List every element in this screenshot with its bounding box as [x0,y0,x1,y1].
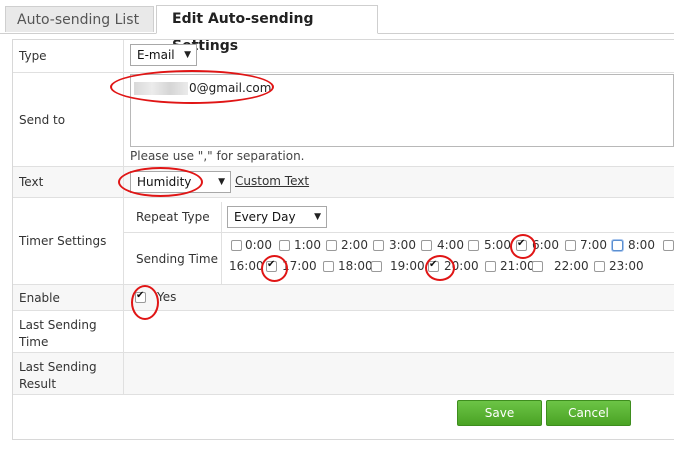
hour-checkbox[interactable] [266,259,277,272]
hour-label: 16:00 [229,259,264,273]
chevron-down-icon: ▼ [314,212,321,222]
hour-checkbox[interactable] [532,261,543,272]
hour-label: 0:00 [245,238,272,252]
enable-label: Enable [13,285,124,310]
enable-checkbox[interactable] [135,290,146,303]
separation-hint: Please use "," for separation. [130,149,305,163]
text-select-value: Humidity [137,175,192,189]
hour-checkbox[interactable] [516,238,527,251]
hour-checkbox[interactable] [485,261,496,272]
last-sending-result-row: Last Sending Result [13,353,674,395]
enable-yes-label: Yes [157,290,177,304]
type-select-value: E-mail [137,48,175,62]
text-row: Text [13,167,674,198]
type-row: Type [13,40,674,73]
hour-label: 22:00 [554,259,589,273]
save-button[interactable]: Save [457,400,542,426]
hour-label: 23:00 [609,259,644,273]
timer-settings-label: Timer Settings [13,198,124,284]
type-label: Type [13,40,124,72]
hour-label: 3:00 [389,238,416,252]
repeat-type-select[interactable]: Every Day ▼ [227,206,327,228]
tab-auto-sending-list[interactable]: Auto-sending List [5,6,154,32]
hour-label: 20:00 [444,259,479,273]
custom-text-link[interactable]: Custom Text [235,174,309,188]
repeat-type-value: Every Day [234,210,296,224]
last-sending-result-label: Last Sending Result [13,353,124,394]
repeat-type-label: Repeat Type [124,202,222,232]
hour-checkbox[interactable] [663,240,674,251]
redacted-blur [134,82,188,95]
hour-checkbox[interactable] [371,261,382,272]
hour-label: 19:00 [390,259,425,273]
text-select[interactable]: Humidity ▼ [130,171,231,193]
hour-label: 18:00 [338,259,373,273]
hour-label: 8:00 [628,238,655,252]
hour-checkbox[interactable] [326,240,337,251]
hour-checkbox[interactable] [565,240,576,251]
hour-label: 2:00 [341,238,368,252]
type-select[interactable]: E-mail ▼ [130,44,197,66]
hour-checkbox[interactable] [231,240,242,251]
hour-checkbox[interactable] [373,240,384,251]
hour-checkbox[interactable] [323,261,334,272]
sending-time-label: Sending Time [124,233,222,285]
hour-label: 4:00 [437,238,464,252]
last-sending-time-label: Last Sending Time [13,311,124,352]
send-to-label: Send to [13,73,124,166]
hour-label: 1:00 [294,238,321,252]
send-to-email: 0@gmail.com [134,81,271,95]
chevron-down-icon: ▼ [218,177,225,187]
hour-checkbox[interactable] [594,261,605,272]
hour-checkbox[interactable] [612,240,623,251]
hour-label: 5:00 [484,238,511,252]
hour-label: 6:00 [532,238,559,252]
hour-checkbox[interactable] [279,240,290,251]
hour-checkbox[interactable] [468,240,479,251]
cancel-button[interactable]: Cancel [546,400,631,426]
last-sending-time-row: Last Sending Time [13,311,674,353]
enable-row: Enable [13,285,674,311]
hour-label: 7:00 [580,238,607,252]
hour-label: 21:00 [500,259,535,273]
hour-label: 17:00 [282,259,317,273]
hour-checkbox[interactable] [428,259,439,272]
chevron-down-icon: ▼ [184,50,191,60]
tab-edit-settings[interactable]: Edit Auto-sending Settings [156,5,378,54]
tab-bar: Auto-sending List Edit Auto-sending Sett… [0,0,674,54]
repeat-type-row: Repeat Type [124,202,674,233]
hour-checkbox[interactable] [421,240,432,251]
text-label: Text [13,167,124,197]
